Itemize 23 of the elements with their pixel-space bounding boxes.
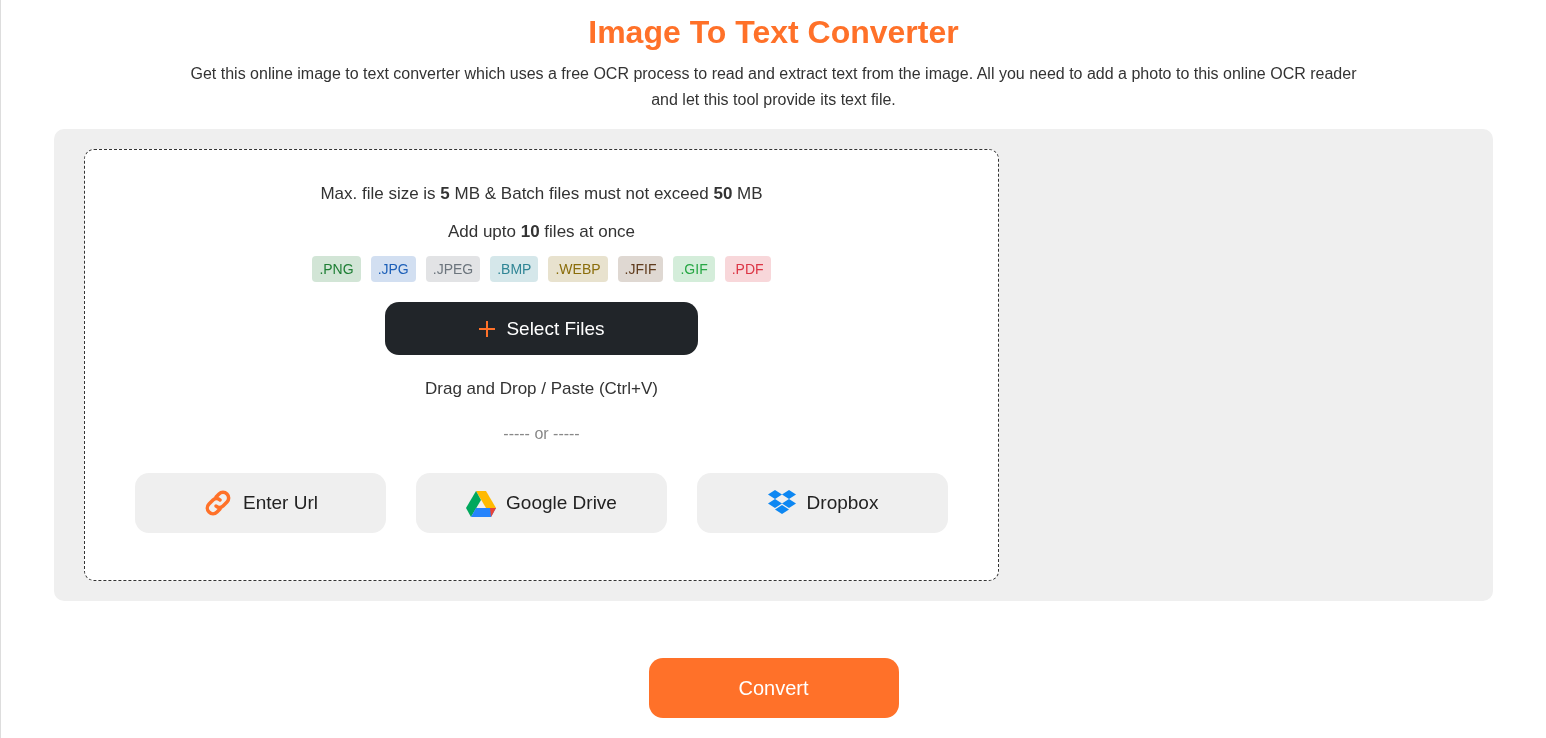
page-description: Get this online image to text converter which uses a free OCR process to read and extract text from the image. All you need to add a photo to this online OCR reader and let this tool provide its text file. [189, 64, 1358, 110]
plus-icon [478, 319, 497, 338]
format-tag: .WEBP [548, 256, 608, 282]
format-tag: .JFIF [617, 256, 664, 282]
size-limit-text: Max. file size is 5 MB & Batch files must not exceed 50 MB [320, 183, 763, 205]
source-button[interactable]: Google Drive [416, 473, 667, 533]
drag-drop-hint: Drag and Drop / Paste (Ctrl+V) [425, 379, 658, 399]
file-count-text: Add upto 10 files at once [447, 221, 636, 243]
drive-icon [466, 489, 497, 517]
format-tag: .GIF [673, 256, 715, 282]
page-title: Image To Text Converter [588, 14, 959, 51]
format-tag: .BMP [490, 256, 539, 282]
drop-zone[interactable] [84, 149, 999, 581]
format-tag: .JPG [370, 256, 416, 282]
source-button[interactable]: Enter Url [135, 473, 386, 533]
link-icon [203, 488, 233, 518]
or-separator: ----- or ----- [503, 425, 580, 443]
select-files-button[interactable]: Select Files [385, 302, 698, 355]
format-tag: .JPEG [425, 256, 481, 282]
format-tag: .PNG [312, 256, 361, 282]
source-button[interactable]: Dropbox [697, 473, 948, 533]
dropbox-icon [766, 489, 797, 517]
format-tag: .PDF [724, 256, 771, 282]
